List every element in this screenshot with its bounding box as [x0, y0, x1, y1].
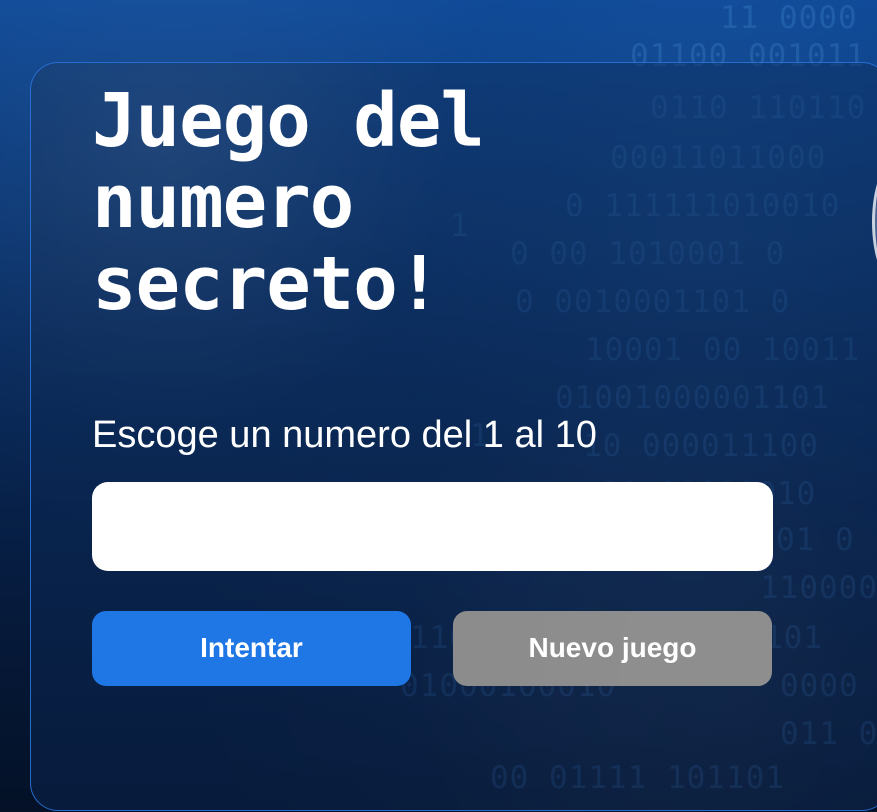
guess-input[interactable]	[92, 481, 773, 571]
new-game-button[interactable]: Nuevo juego	[453, 610, 772, 686]
game-content: Juego del numero secreto! Escoge un nume…	[92, 78, 792, 686]
action-buttons: Intentar Nuevo juego	[92, 610, 773, 686]
page-title: Juego del numero secreto!	[92, 78, 485, 327]
glass-orb	[872, 159, 877, 285]
try-button[interactable]: Intentar	[92, 610, 411, 686]
number-prompt: Escoge un numero del 1 al 10	[92, 414, 597, 457]
game-card: Juego del numero secreto! Escoge un nume…	[30, 62, 877, 811]
